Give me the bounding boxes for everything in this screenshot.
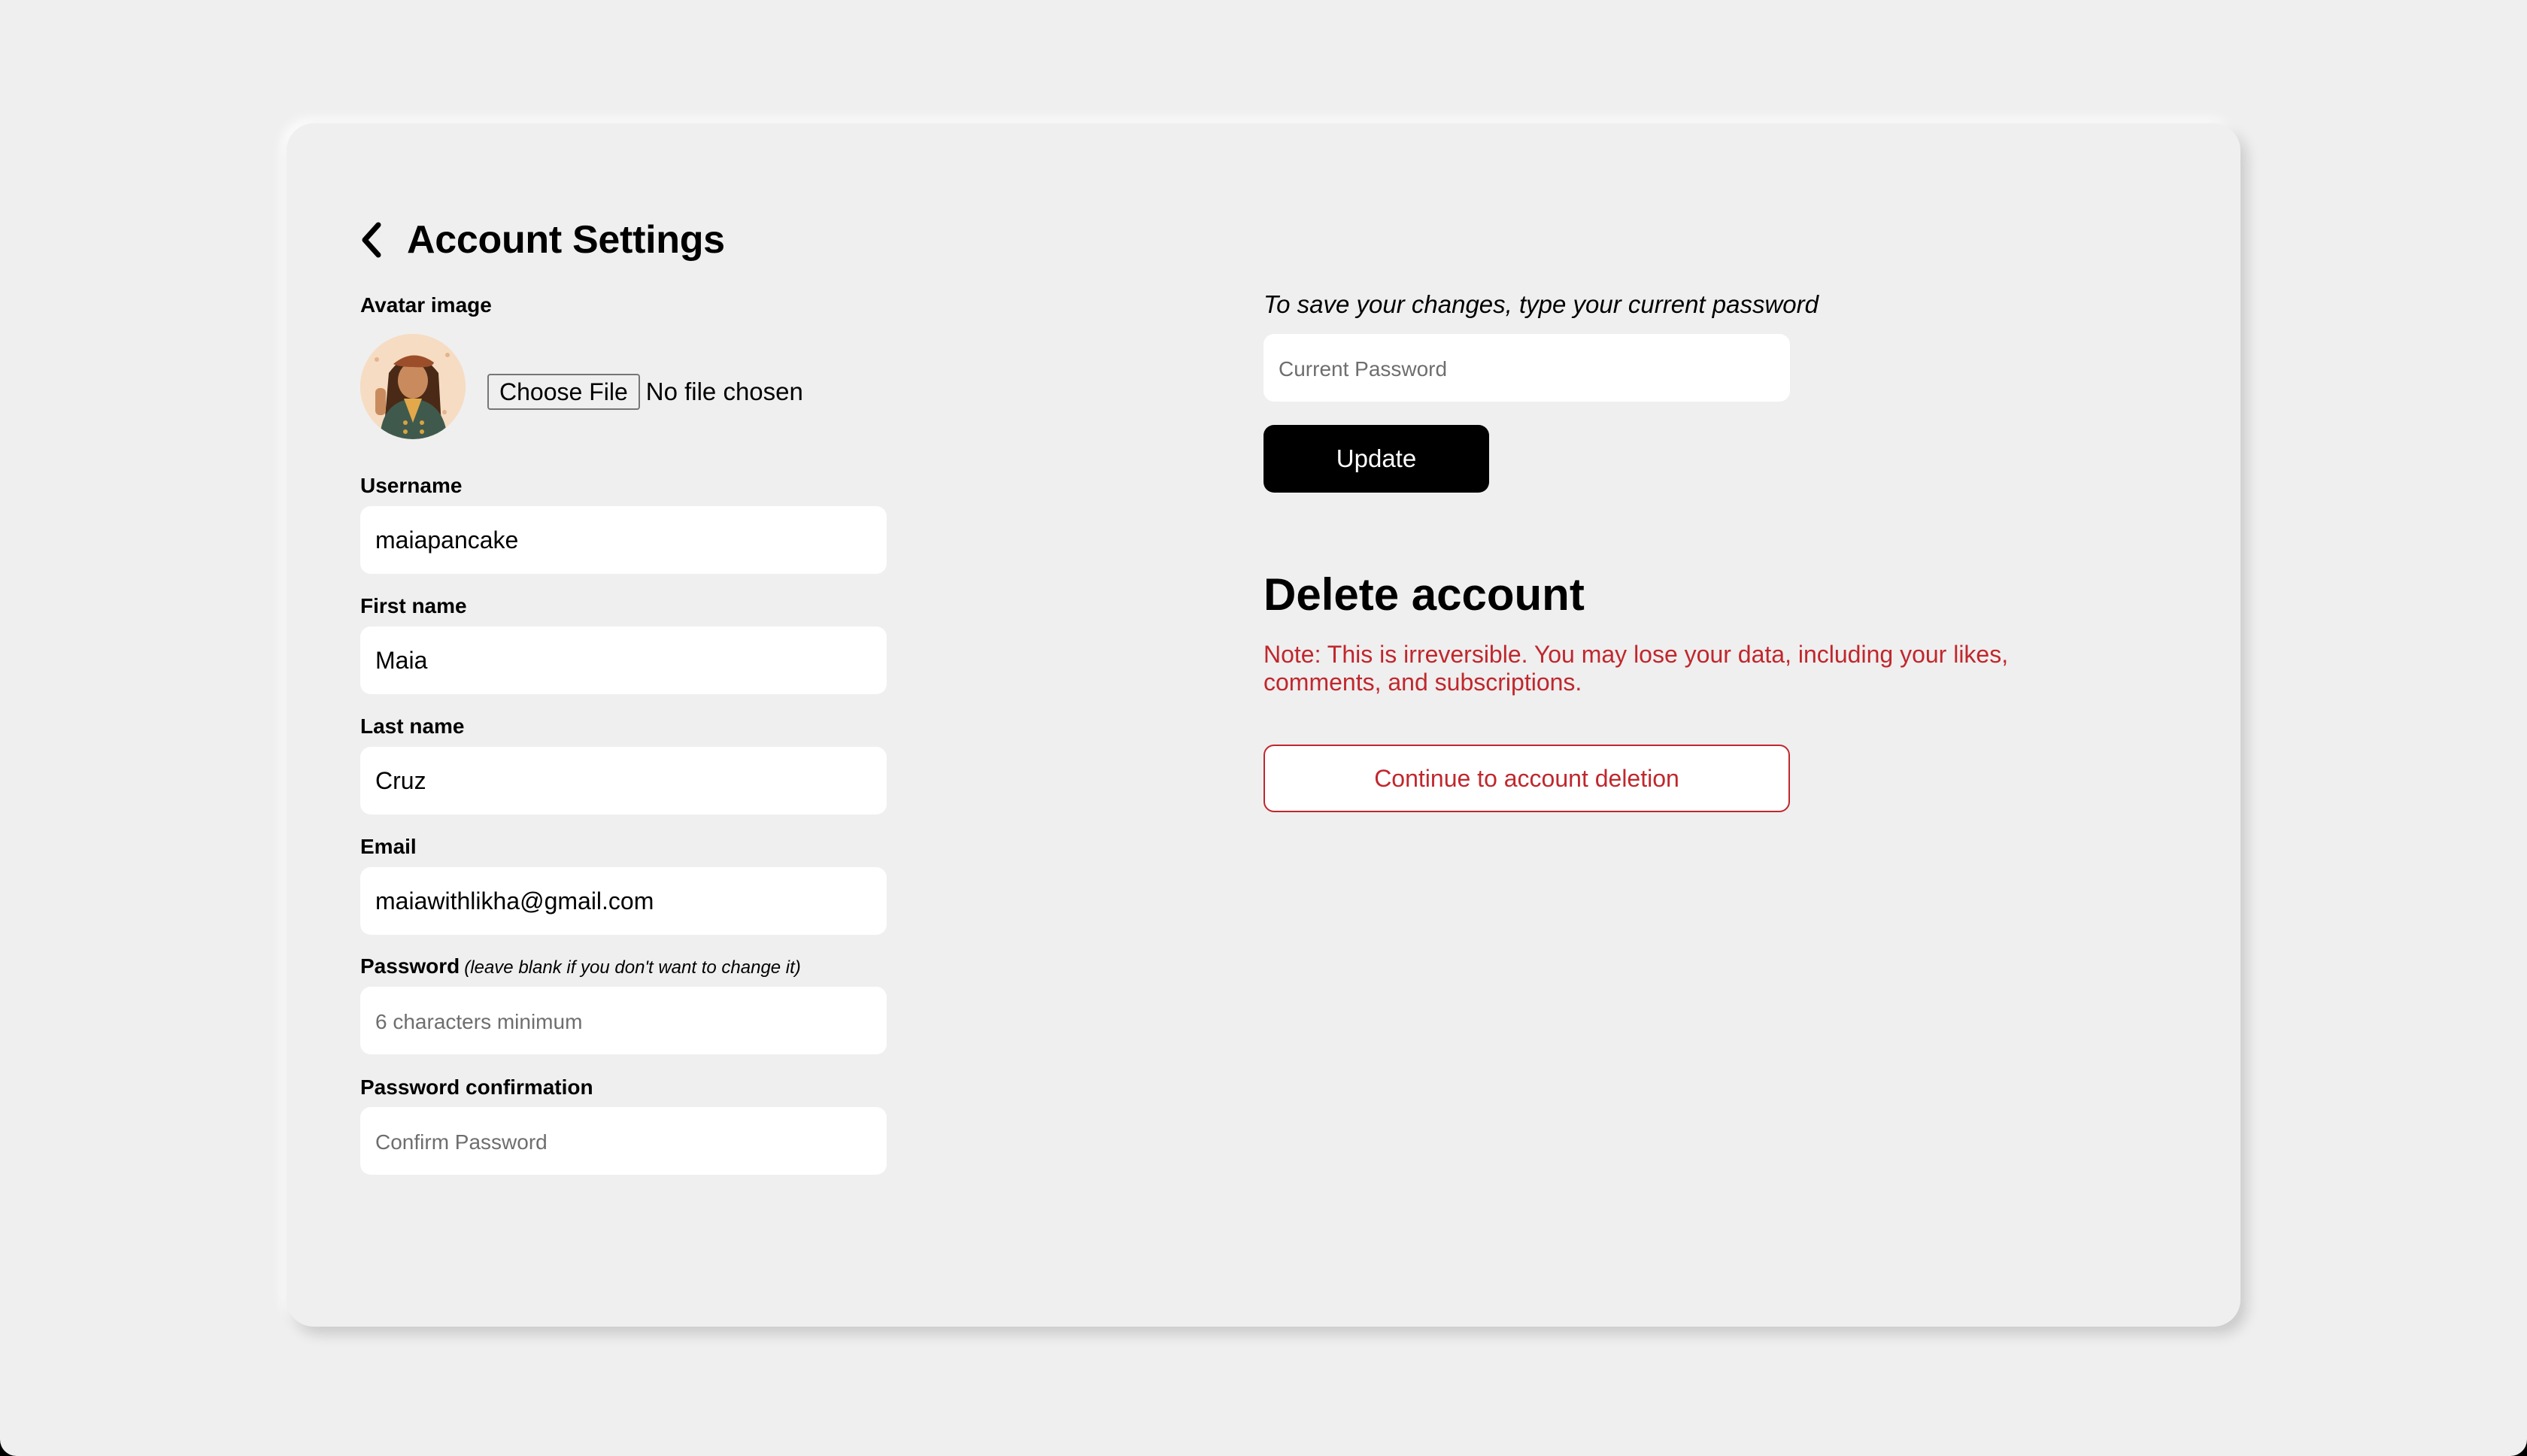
password-label-text: Password bbox=[360, 954, 460, 978]
back-button[interactable] bbox=[360, 217, 390, 262]
avatar bbox=[360, 334, 466, 439]
last-name-input[interactable] bbox=[360, 747, 887, 814]
save-hint: To save your changes, type your current … bbox=[1264, 290, 1819, 318]
password-hint: (leave blank if you don't want to change… bbox=[464, 957, 801, 978]
file-status: No file chosen bbox=[645, 378, 803, 405]
password-confirmation-label: Password confirmation bbox=[360, 1075, 593, 1099]
username-input[interactable] bbox=[360, 506, 887, 574]
continue-to-deletion-button[interactable]: Continue to account deletion bbox=[1264, 745, 1790, 812]
email-input[interactable] bbox=[360, 867, 887, 935]
page-header: Account Settings bbox=[360, 208, 725, 272]
last-name-label: Last name bbox=[360, 714, 465, 738]
avatar-file-picker: Choose File No file chosen bbox=[487, 374, 803, 410]
avatar-label: Avatar image bbox=[360, 293, 492, 317]
choose-file-button[interactable]: Choose File bbox=[487, 374, 640, 410]
delete-account-heading: Delete account bbox=[1264, 569, 1585, 620]
current-password-input[interactable] bbox=[1264, 334, 1790, 402]
password-label: Password (leave blank if you don't want t… bbox=[360, 954, 801, 978]
account-settings-card: Account Settings Avatar image Choose Fil… bbox=[287, 123, 2240, 1327]
update-button[interactable]: Update bbox=[1264, 425, 1489, 493]
password-input[interactable] bbox=[360, 987, 887, 1054]
delete-account-note: Note: This is irreversible. You may lose… bbox=[1264, 641, 2009, 696]
password-confirmation-input[interactable] bbox=[360, 1107, 887, 1175]
first-name-label: First name bbox=[360, 594, 467, 617]
window-corner-left bbox=[0, 1423, 33, 1456]
email-label: Email bbox=[360, 835, 417, 858]
chevron-left-icon bbox=[362, 222, 381, 258]
first-name-input[interactable] bbox=[360, 626, 887, 694]
username-label: Username bbox=[360, 474, 463, 497]
avatar-illustration bbox=[360, 334, 466, 439]
window-corner-right bbox=[2494, 1423, 2527, 1456]
page-title: Account Settings bbox=[407, 218, 725, 262]
